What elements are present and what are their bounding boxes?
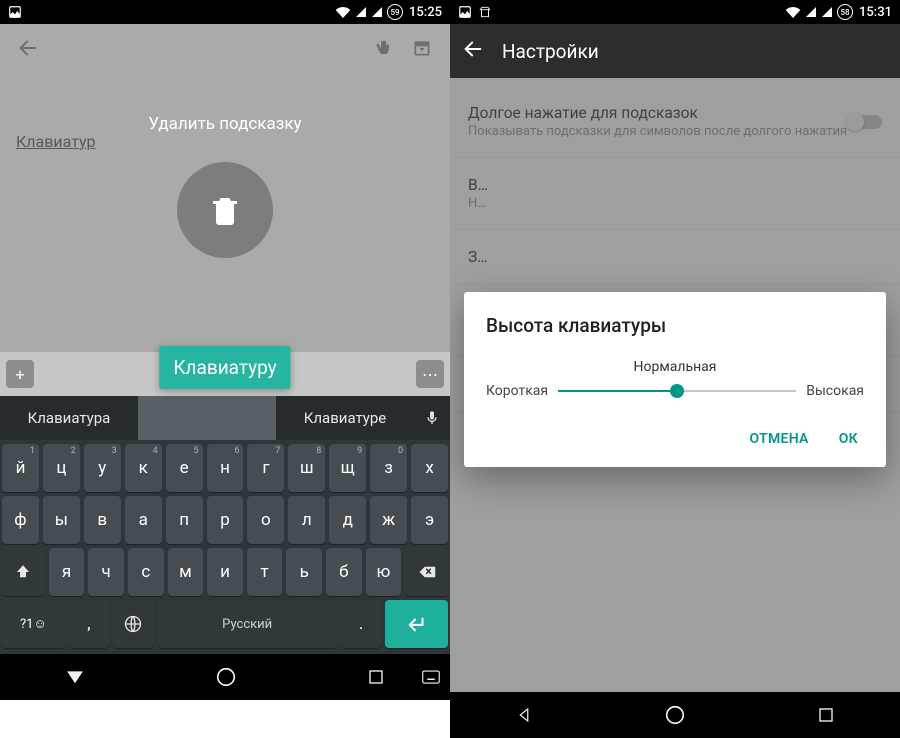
key-и[interactable]: и [207, 548, 243, 596]
status-clock: 15:31 [859, 5, 892, 20]
space-key[interactable]: Русский [158, 600, 337, 648]
key-х[interactable]: х [411, 444, 448, 492]
key-ц[interactable]: ц2 [43, 444, 80, 492]
nav-home[interactable] [215, 666, 237, 688]
key-ж[interactable]: ж [370, 496, 407, 544]
trash-target[interactable] [177, 162, 273, 258]
gallery-notif-icon [458, 5, 472, 19]
key-й[interactable]: й1 [2, 444, 39, 492]
key-з[interactable]: з0 [370, 444, 407, 492]
key-т[interactable]: т [247, 548, 283, 596]
height-slider[interactable] [558, 390, 796, 392]
slider-thumb[interactable] [670, 384, 684, 398]
slider-min-label: Короткая [486, 383, 548, 399]
nav-home[interactable] [664, 704, 686, 726]
archive-icon[interactable] [402, 28, 442, 68]
typed-text: Клавиатур [16, 132, 96, 151]
suggestion-row: Клавиатура Клавиатуре [0, 396, 450, 440]
signal-icon-1 [355, 6, 367, 18]
key-б[interactable]: б [326, 548, 362, 596]
wifi-icon [785, 6, 801, 18]
key-у[interactable]: у3 [84, 444, 121, 492]
key-ч[interactable]: ч [88, 548, 124, 596]
dragged-suggestion-chip[interactable]: Клавиатуру [159, 346, 290, 389]
key-а[interactable]: а [125, 496, 162, 544]
add-button[interactable]: + [6, 360, 34, 388]
play-store-notif-icon [478, 5, 492, 19]
key-г[interactable]: г7 [247, 444, 284, 492]
key-ф[interactable]: ф [2, 496, 39, 544]
more-button[interactable]: ⋯ [416, 360, 444, 388]
phone-right: 58 15:31 Настройки Долгое нажатие для по… [450, 0, 900, 738]
status-bar: 59 15:25 [0, 0, 450, 24]
key-р[interactable]: р [207, 496, 244, 544]
key-к[interactable]: к4 [125, 444, 162, 492]
nav-back[interactable] [65, 667, 85, 687]
period-key[interactable]: . [341, 600, 381, 648]
signal-icon-1 [805, 6, 817, 18]
nav-bar [0, 654, 450, 700]
mic-button[interactable] [414, 410, 450, 426]
symbols-key[interactable]: ?1☺ [2, 600, 65, 648]
cancel-button[interactable]: ОТМЕНА [744, 423, 815, 455]
signal-icon-2 [371, 6, 383, 18]
candidate-bar: + Послед… …25 ⋯ Клавиатуру [0, 352, 450, 396]
page-title: Настройки [502, 40, 599, 63]
keyboard: й1ц2у3к4е5н6г7ш8щ9з0х фывапролджэ ячсмит… [0, 440, 450, 654]
key-е[interactable]: е5 [166, 444, 203, 492]
nav-bar [450, 692, 900, 738]
wifi-icon [335, 6, 351, 18]
settings-list: Долгое нажатие для подсказок Показывать … [450, 78, 900, 692]
signal-icon-2 [821, 6, 833, 18]
battery-indicator: 59 [387, 4, 403, 20]
key-в[interactable]: в [84, 496, 121, 544]
key-я[interactable]: я [49, 548, 85, 596]
nav-recents[interactable] [367, 668, 385, 686]
app-bar [0, 24, 450, 72]
key-ш[interactable]: ш8 [288, 444, 325, 492]
backspace-key[interactable] [405, 548, 448, 596]
slider-value-label: Нормальная [486, 359, 864, 375]
suggestion-right[interactable]: Клавиатуре [276, 409, 414, 427]
battery-indicator: 58 [837, 4, 853, 20]
back-button[interactable] [462, 38, 484, 64]
key-п[interactable]: п [166, 496, 203, 544]
slider-max-label: Высокая [806, 383, 864, 399]
settings-app-bar: Настройки [450, 24, 900, 78]
key-с[interactable]: с [128, 548, 164, 596]
key-д[interactable]: д [329, 496, 366, 544]
language-key[interactable] [113, 600, 153, 648]
key-м[interactable]: м [168, 548, 204, 596]
enter-key[interactable] [385, 600, 448, 648]
back-button[interactable] [8, 28, 48, 68]
status-clock: 15:25 [409, 5, 442, 20]
dialog-title: Высота клавиатуры [486, 314, 864, 337]
key-э[interactable]: э [411, 496, 448, 544]
key-ю[interactable]: ю [366, 548, 402, 596]
phone-left: 59 15:25 Клавиатур Удалить подсказку + [0, 0, 450, 738]
key-щ[interactable]: щ9 [329, 444, 366, 492]
nav-back[interactable] [515, 706, 533, 724]
comma-key[interactable]: , [69, 600, 109, 648]
ok-button[interactable]: ОК [833, 423, 864, 455]
nav-ime-switch[interactable] [422, 670, 440, 684]
keyboard-height-dialog: Высота клавиатуры Нормальная Короткая Вы… [464, 292, 886, 467]
key-ы[interactable]: ы [43, 496, 80, 544]
key-н[interactable]: н6 [207, 444, 244, 492]
delete-hint-label: Удалить подсказку [0, 114, 450, 134]
gesture-icon[interactable] [362, 28, 402, 68]
nav-recents[interactable] [817, 706, 835, 724]
key-о[interactable]: о [247, 496, 284, 544]
gallery-notif-icon [8, 5, 22, 19]
shift-key[interactable] [2, 548, 45, 596]
suggestion-left[interactable]: Клавиатура [0, 409, 138, 427]
status-bar: 58 15:31 [450, 0, 900, 24]
key-ь[interactable]: ь [286, 548, 322, 596]
suggestion-center[interactable] [138, 396, 276, 440]
key-л[interactable]: л [288, 496, 325, 544]
